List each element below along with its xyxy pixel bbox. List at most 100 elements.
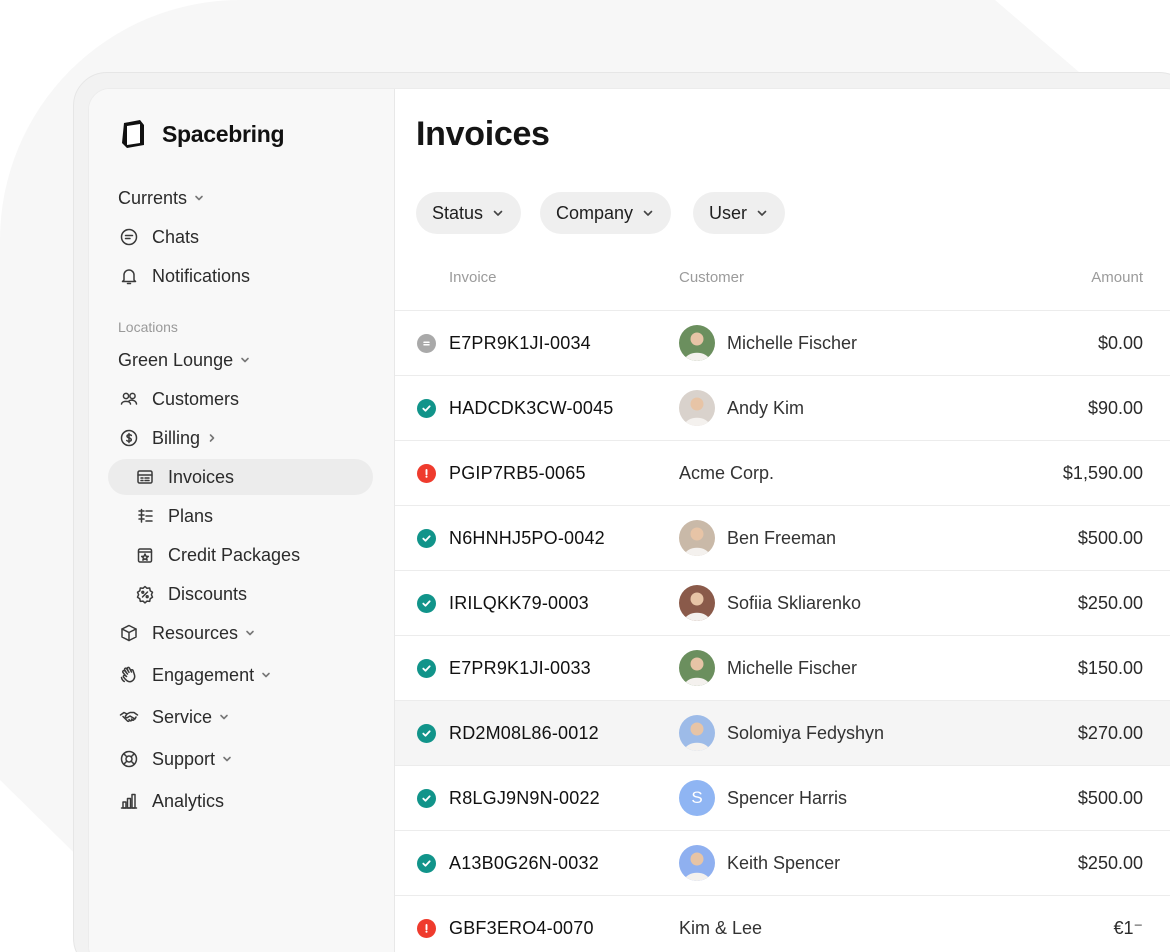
invoice-amount: $500.00 (1077, 528, 1143, 548)
invoice-number[interactable]: E7PR9K1JI-0034 (449, 333, 591, 354)
customer-name[interactable]: Andy Kim (727, 398, 804, 419)
customer-name[interactable]: Spencer Harris (727, 788, 847, 809)
sidebar-item-engagement[interactable]: Engagement (118, 659, 272, 691)
sidebar-item-label: Plans (168, 505, 214, 526)
invoice-number[interactable]: RD2M08L86-0012 (449, 723, 599, 744)
invoice-number[interactable]: N6HNHJ5PO-0042 (449, 528, 605, 549)
currents-label: Currents (118, 187, 188, 208)
check-circle-icon (417, 789, 436, 808)
avatar (679, 650, 715, 686)
avatar (679, 845, 715, 881)
sidebar-item-credit-packages[interactable]: Credit Packages (134, 539, 300, 571)
sidebar-item-discounts[interactable]: Discounts (134, 578, 247, 610)
table-row[interactable]: PGIP7RB5-0065 Acme Corp. $1,590.00 (395, 440, 1170, 505)
sidebar-item-label: Customers (152, 388, 240, 409)
column-header-customer[interactable]: Customer (679, 269, 744, 286)
sidebar-item-label: Billing (152, 427, 201, 448)
chevron-down-icon (218, 711, 230, 723)
customer-cell: Sofiia Skliarenko (679, 585, 861, 621)
avatar (679, 325, 715, 361)
sidebar-item-chats[interactable]: Chats (118, 221, 199, 253)
invoice-number[interactable]: IRILQKK79-0003 (449, 593, 589, 614)
discount-badge-icon (134, 583, 156, 605)
app-window: Spacebring Currents Chats Notifications … (88, 88, 1170, 952)
sidebar-item-support[interactable]: Support (118, 743, 233, 775)
filter-label: Status (432, 202, 484, 223)
column-header-invoice[interactable]: Invoice (449, 269, 497, 286)
check-circle-icon (417, 659, 436, 678)
invoice-table: E7PR9K1JI-0034 Michelle Fischer $0.00 HADCD… (395, 310, 1170, 952)
table-row[interactable]: N6HNHJ5PO-0042 Ben Freeman $500.00 (395, 505, 1170, 570)
table-row[interactable]: IRILQKK79-0003 Sofiia Skliarenko $250.00 (395, 570, 1170, 635)
table-row[interactable]: A13B0G26N-0032 Keith Spencer $250.00 (395, 830, 1170, 895)
customer-name[interactable]: Solomiya Fedyshyn (727, 723, 884, 744)
invoice-number[interactable]: A13B0G26N-0032 (449, 853, 599, 874)
filter-label: User (709, 202, 748, 223)
customer-name[interactable]: Sofiia Skliarenko (727, 593, 861, 614)
table-row[interactable]: E7PR9K1JI-0034 Michelle Fischer $0.00 (395, 310, 1170, 375)
table-row[interactable]: GBF3ERO4-0070 Kim & Lee €1⁻ (395, 895, 1170, 952)
table-row[interactable]: E7PR9K1JI-0033 Michelle Fischer $150.00 (395, 635, 1170, 700)
customer-name[interactable]: Acme Corp. (679, 463, 774, 484)
customer-cell: Acme Corp. (679, 455, 774, 491)
sidebar-item-billing[interactable]: Billing (118, 422, 218, 454)
cube-icon (118, 622, 140, 644)
main-content: Invoices Status Company User Invoice Cus… (395, 89, 1170, 952)
sidebar-item-plans[interactable]: Plans (134, 500, 213, 532)
chevron-down-icon (260, 669, 272, 681)
table-row[interactable]: RD2M08L86-0012 Solomiya Fedyshyn $270.00 (395, 700, 1170, 765)
invoice-amount: $250.00 (1077, 853, 1143, 873)
check-circle-icon (417, 854, 436, 873)
invoice-number[interactable]: PGIP7RB5-0065 (449, 463, 586, 484)
avatar-initial: S (679, 780, 715, 816)
customer-name[interactable]: Ben Freeman (727, 528, 836, 549)
sidebar-item-label: Credit Packages (168, 544, 301, 565)
page-title: Invoices (416, 115, 550, 153)
user-filter[interactable]: User (693, 192, 786, 234)
company-filter[interactable]: Company (540, 192, 672, 234)
invoice-amount: €1⁻ (1113, 918, 1143, 938)
invoice-amount: $1,590.00 (1062, 463, 1143, 483)
sidebar-item-service[interactable]: Service (118, 701, 230, 733)
avatar (679, 585, 715, 621)
invoice-amount: $500.00 (1077, 788, 1143, 808)
column-header-amount[interactable]: Amount (1091, 269, 1143, 286)
check-circle-icon (417, 529, 436, 548)
customer-cell: Keith Spencer (679, 845, 840, 881)
invoice-number[interactable]: R8LGJ9N9N-0022 (449, 788, 600, 809)
invoice-list-icon (134, 466, 156, 488)
bar-chart-icon (118, 790, 140, 812)
sidebar-item-resources[interactable]: Resources (118, 617, 256, 649)
customer-name[interactable]: Michelle Fischer (727, 658, 857, 679)
currents-menu[interactable]: Currents (118, 182, 205, 214)
sidebar-item-label: Resources (152, 622, 239, 643)
brand-logo[interactable]: Spacebring (118, 117, 285, 151)
bell-icon (118, 265, 140, 287)
invoice-amount: $150.00 (1077, 658, 1143, 678)
invoice-number[interactable]: GBF3ERO4-0070 (449, 918, 594, 939)
check-circle-icon (417, 594, 436, 613)
sidebar-item-label: Analytics (152, 790, 225, 811)
customer-name[interactable]: Kim & Lee (679, 918, 762, 939)
location-selector[interactable]: Green Lounge (118, 344, 251, 376)
table-row[interactable]: HADCDK3CW-0045 Andy Kim $90.00 (395, 375, 1170, 440)
sidebar-item-customers[interactable]: Customers (118, 383, 239, 415)
customer-name[interactable]: Keith Spencer (727, 853, 840, 874)
sidebar-item-analytics[interactable]: Analytics (118, 785, 224, 817)
alert-circle-icon (417, 464, 436, 483)
customer-name[interactable]: Michelle Fischer (727, 333, 857, 354)
status-filter[interactable]: Status (416, 192, 522, 234)
users-icon (118, 388, 140, 410)
dollar-circle-icon (118, 427, 140, 449)
avatar (679, 520, 715, 556)
sidebar-item-invoices[interactable]: Invoices (134, 461, 234, 493)
customer-cell: Michelle Fischer (679, 650, 857, 686)
customer-cell: Ben Freeman (679, 520, 836, 556)
avatar (679, 715, 715, 751)
table-row[interactable]: R8LGJ9N9N-0022 S Spencer Harris $500.00 (395, 765, 1170, 830)
sidebar-item-notifications[interactable]: Notifications (118, 260, 250, 292)
invoice-number[interactable]: E7PR9K1JI-0033 (449, 658, 591, 679)
location-name: Green Lounge (118, 349, 234, 370)
invoice-number[interactable]: HADCDK3CW-0045 (449, 398, 614, 419)
locations-section-label: Locations (118, 319, 178, 335)
